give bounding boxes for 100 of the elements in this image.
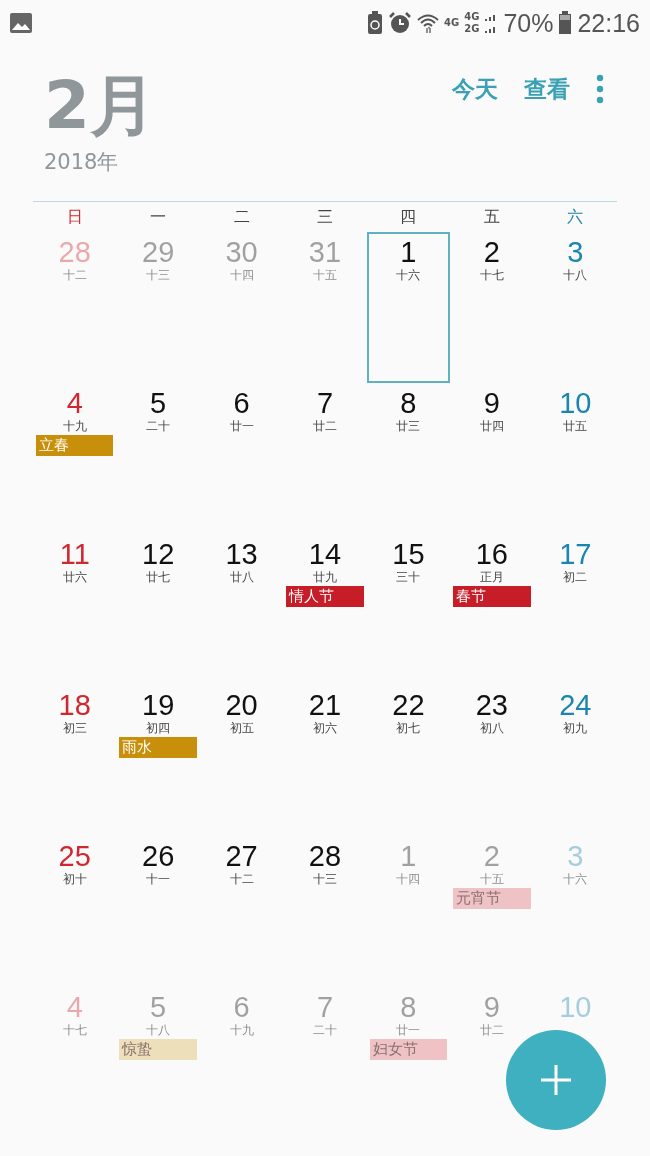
day-number[interactable]: 3 (567, 236, 584, 268)
lunar-date: 廿一 (229, 419, 254, 433)
lunar-date: 十六 (563, 872, 588, 886)
day-number[interactable]: 13 (225, 538, 258, 570)
lunar-date: 十二 (229, 872, 254, 886)
day-cell[interactable]: 14 廿九 情人节 (283, 534, 367, 685)
day-cell[interactable]: 23 初八 (450, 685, 534, 836)
day-cell[interactable]: 4 十九 立春 (33, 383, 117, 534)
lunar-date: 十三 (146, 268, 171, 282)
event-tag[interactable]: 惊蛰 (119, 1039, 197, 1060)
day-number[interactable]: 19 (142, 689, 175, 721)
day-cell[interactable]: 28 十三 (283, 836, 367, 987)
event-tag[interactable]: 情人节 (286, 586, 364, 607)
event-tag[interactable]: 春节 (453, 586, 531, 607)
weekday-label: 六 (567, 206, 584, 228)
weekday-label: 二 (233, 206, 250, 228)
day-cell[interactable]: 13 廿八 (199, 534, 284, 685)
day-cell[interactable]: 5 十八 惊蛰 (116, 987, 200, 1062)
year-label: 2018年 (44, 149, 120, 176)
day-number[interactable]: 12 (142, 538, 175, 570)
month-title: 2月 (44, 66, 156, 146)
day-cell[interactable]: 10 廿五 (533, 383, 617, 534)
day-number[interactable]: 23 (475, 689, 508, 721)
day-cell[interactable]: 11 廿六 (33, 534, 117, 685)
day-number[interactable]: 6 (233, 387, 250, 419)
weekday-label: 日 (66, 206, 83, 228)
day-cell[interactable]: 25 初十 (33, 836, 117, 987)
day-cell[interactable]: 24 初九 (533, 685, 617, 836)
day-cell[interactable]: 9 廿四 (450, 383, 534, 534)
weekday-label: 四 (400, 206, 417, 228)
day-number[interactable]: 28 (308, 840, 342, 872)
day-number[interactable]: 26 (142, 840, 175, 872)
day-cell[interactable]: 21 初六 (283, 685, 367, 836)
day-number[interactable]: 11 (59, 538, 90, 570)
battery-percent: 70% (503, 8, 554, 38)
day-cell[interactable]: 1 十六 (366, 232, 451, 383)
day-cell[interactable]: 15 三十 (366, 534, 451, 685)
day-number[interactable]: 14 (308, 538, 342, 570)
lunar-date: 廿二 (479, 1023, 504, 1037)
weekday-label: 一 (150, 206, 167, 228)
day-cell[interactable]: 2 十七 (450, 232, 534, 383)
network-label: 2G (464, 24, 480, 34)
day-cell[interactable]: 7 廿二 (283, 383, 367, 534)
lunar-date: 十五 (313, 268, 337, 282)
lunar-date: 初四 (146, 721, 171, 735)
lunar-date: 十八 (563, 268, 588, 282)
day-number[interactable]: 9 (483, 387, 500, 419)
day-number[interactable]: 5 (150, 387, 167, 419)
lunar-date: 三十 (396, 570, 421, 584)
day-cell[interactable]: 16 正月 春节 (450, 534, 534, 685)
lunar-date: 十一 (146, 872, 171, 886)
day-number[interactable]: 16 (475, 538, 508, 570)
day-cell[interactable]: 6 廿一 (199, 383, 284, 534)
lunar-date: 十九 (229, 1023, 254, 1037)
day-cell[interactable]: 27 十二 (199, 836, 284, 987)
day-number[interactable]: 27 (225, 840, 258, 872)
lunar-date: 初七 (396, 721, 421, 735)
lunar-date: 廿六 (62, 570, 87, 584)
day-number[interactable]: 21 (308, 689, 342, 721)
day-number[interactable]: 24 (559, 689, 592, 721)
weekday-label: 三 (317, 206, 333, 228)
lunar-date: 正月 (479, 570, 504, 584)
more-options-icon[interactable] (596, 74, 604, 104)
day-number[interactable]: 1 (400, 236, 417, 268)
day-number[interactable]: 15 (392, 538, 425, 570)
day-number[interactable]: 7 (316, 387, 334, 419)
plus-icon (539, 1063, 573, 1097)
day-cell[interactable]: 19 初四 雨水 (116, 685, 200, 836)
day-cell[interactable]: 12 廿七 (116, 534, 200, 685)
lunar-date: 十三 (313, 872, 337, 886)
battery-icon (558, 11, 573, 35)
day-cell[interactable]: 8 廿三 (366, 383, 451, 534)
network-label: 4G (464, 12, 480, 22)
day-cell[interactable]: 5 二十 (116, 383, 200, 534)
day-cell[interactable]: 26 十一 (116, 836, 200, 987)
day-cell[interactable]: 17 初二 (533, 534, 617, 685)
lunar-date: 廿四 (479, 419, 504, 433)
wifi-icon (417, 12, 440, 34)
day-cell[interactable]: 22 初七 (366, 685, 451, 836)
day-cell[interactable]: 20 初五 (199, 685, 284, 836)
lunar-date: 二十 (146, 419, 171, 433)
day-number[interactable]: 4 (66, 387, 83, 419)
day-number[interactable]: 17 (559, 538, 592, 570)
lunar-date: 十四 (396, 872, 421, 886)
lunar-date: 廿九 (313, 570, 337, 584)
day-number[interactable]: 20 (225, 689, 258, 721)
lunar-date: 廿八 (229, 570, 254, 584)
battery-saver-icon (367, 11, 384, 35)
day-number[interactable]: 10 (559, 387, 592, 419)
lunar-date: 初六 (313, 721, 337, 735)
day-cell[interactable]: 3 十八 (533, 232, 617, 383)
day-number[interactable]: 2 (483, 236, 500, 268)
lunar-date: 初五 (229, 721, 254, 735)
lunar-date: 二十 (313, 1023, 337, 1037)
day-number[interactable]: 8 (400, 387, 417, 419)
day-number[interactable]: 25 (58, 840, 91, 872)
day-number[interactable]: 18 (58, 689, 91, 721)
day-number[interactable]: 22 (392, 689, 425, 721)
lunar-date: 廿一 (396, 1023, 421, 1037)
day-cell[interactable]: 18 初三 (33, 685, 117, 836)
